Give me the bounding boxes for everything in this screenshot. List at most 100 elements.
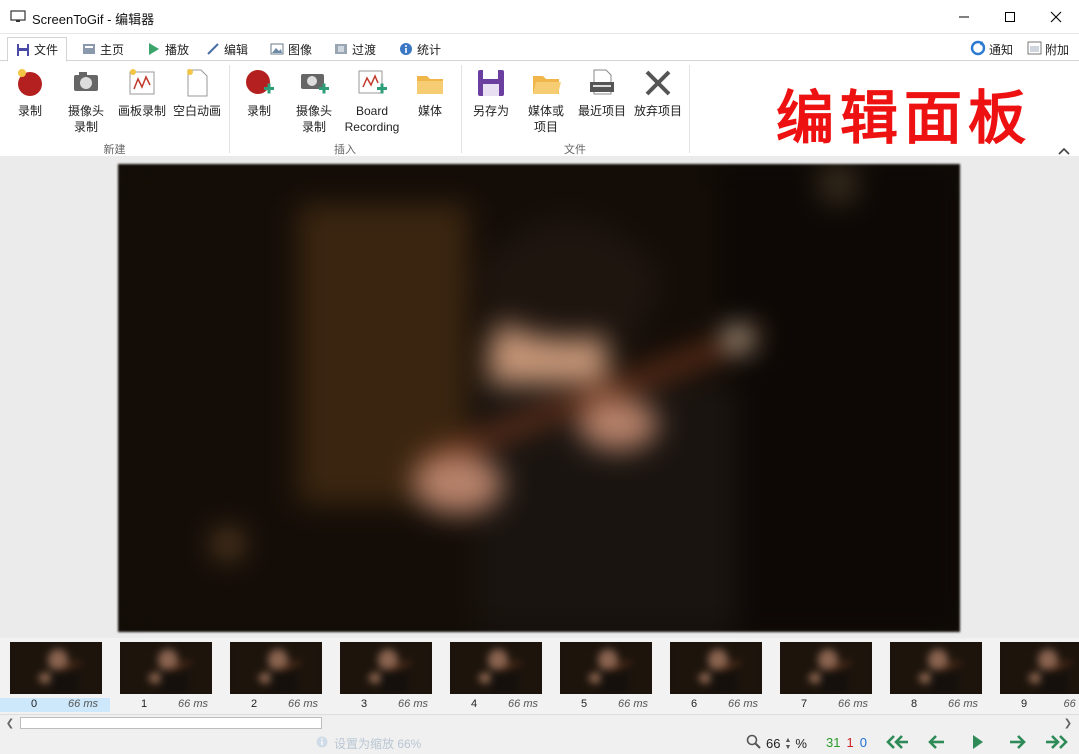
window-title: ScreenToGif - 编辑器 [32,12,155,27]
status-hint: 设置为缩放 66% [316,735,421,752]
zoom-input[interactable]: 66 [766,736,780,751]
first-frame-button[interactable] [884,733,910,751]
tab-transition[interactable]: 过渡 [334,38,376,60]
close-button[interactable] [1033,0,1079,34]
frame-label: 9 66 m [990,698,1079,712]
frame-index: 1 [140,698,148,710]
maximize-icon [1004,11,1016,23]
insert-media-button[interactable]: 媒体 [400,67,460,119]
new-webcam-record-button[interactable]: 摄像头 录制 [56,67,116,135]
frame-duration: 66 ms [178,698,208,710]
arrow-right-icon [1010,735,1026,749]
button-label: 最近项目 [577,104,626,118]
magnifier-icon [746,734,762,753]
button-label: 摄像头 录制 [295,104,332,134]
scroll-right-button[interactable]: ❯ [1060,716,1076,730]
tab-file[interactable]: 文件 [7,37,68,62]
recent-projects-button[interactable]: 最近项目 [572,67,632,119]
insert-record-button[interactable]: 录制 [229,67,289,119]
insert-board-recording-button[interactable]: Board Recording [342,67,402,135]
chevron-right-icon: ❯ [1063,717,1073,729]
button-label: 摄像头 录制 [67,104,104,134]
group-label-file: 文件 [564,144,586,156]
group-label-new: 新建 [103,144,126,156]
frame-list[interactable]: 0 66 ms 1 66 ms 2 66 ms 3 66 ms 4 66 ms 5 66 ms 6 66 … [0,638,1079,714]
scrollbar-thumb[interactable] [20,717,322,729]
status-hint-text: 设置为缩放 66% [334,737,422,751]
group-separator [689,65,690,153]
frame-duration: 66 ms [508,698,538,710]
frame-thumbnail[interactable] [120,642,212,694]
frame-index: 8 [910,698,918,710]
attach-label: 附加 [1045,42,1070,57]
tab-label: 图像 [288,42,313,57]
frame-duration: 66 ms [398,698,428,710]
record-add-icon [243,67,275,99]
title-bar: ScreenToGif - 编辑器 [0,0,1079,34]
minimize-button[interactable] [941,0,987,34]
button-label: 媒体 [417,104,442,118]
status-bar: 设置为缩放 66% 66 ▲ ▼ % 31 1 0 [0,731,1079,754]
save-as-icon [475,67,507,99]
button-label: 画板录制 [117,104,166,118]
frame-label: 1 66 ms [110,698,220,712]
tab-label: 过渡 [352,42,377,57]
new-blank-animation-button[interactable]: 空白动画 [167,67,227,119]
tab-edit[interactable]: 编辑 [206,38,248,60]
frame-duration: 66 ms [948,698,978,710]
ribbon-panel: 录制 摄像头 录制 画板录制 空白动画 新建 录制 摄像头 录制 Board R… [0,60,1079,156]
ribbon-tabs: 文件 主页 播放 编辑 图像 过渡 统计 通知 附加 [0,34,1079,62]
webcam-icon [70,67,102,99]
previous-frame-button[interactable] [924,733,950,751]
tab-label: 主页 [100,42,125,57]
image-icon [270,42,284,56]
collapse-ribbon-button[interactable] [1057,145,1071,155]
play-button[interactable] [964,733,990,751]
play-icon [973,735,983,749]
frame-thumbnail[interactable] [560,642,652,694]
maximize-button[interactable] [987,0,1033,34]
zoom-stepper[interactable]: ▲ ▼ [784,737,791,751]
frame-thumbnail[interactable] [670,642,762,694]
tab-play[interactable]: 播放 [147,38,189,60]
frame-thumbnail[interactable] [890,642,982,694]
frame-label: 6 66 ms [660,698,770,712]
button-label: 录制 [17,104,42,118]
frame-thumbnail[interactable] [780,642,872,694]
folder-icon [414,67,446,99]
insert-webcam-record-button[interactable]: 摄像头 录制 [284,67,344,135]
scroll-left-button[interactable]: ❮ [2,716,18,730]
home-icon [82,42,96,56]
group-label-insert: 插入 [334,144,356,156]
notifications-label: 通知 [989,42,1014,57]
new-record-button[interactable]: 录制 [0,67,60,119]
tab-statistics[interactable]: 统计 [399,38,441,60]
new-board-record-button[interactable]: 画板录制 [112,67,172,119]
next-frame-button[interactable] [1004,733,1030,751]
button-label: 录制 [246,104,271,118]
frame-thumbnail[interactable] [450,642,542,694]
open-media-or-project-button[interactable]: 媒体或 项目 [516,67,576,135]
last-frame-button[interactable] [1044,733,1070,751]
notifications-button[interactable]: 通知 [970,38,1013,60]
button-label: 空白动画 [172,104,221,118]
frame-canvas[interactable] [0,156,1079,638]
discard-project-button[interactable]: 放弃项目 [628,67,688,119]
frame-index: 3 [360,698,368,710]
frame-thumbnail[interactable] [340,642,432,694]
pencil-icon [206,42,220,56]
frame-duration: 66 ms [728,698,758,710]
attach-button[interactable]: 附加 [1027,38,1069,60]
tab-home[interactable]: 主页 [82,38,124,60]
tab-label: 文件 [34,43,59,57]
frame-thumbnail[interactable] [230,642,322,694]
window-image-icon [1027,41,1042,58]
frame-label: 2 66 ms [220,698,330,712]
frame-thumbnail[interactable] [10,642,102,694]
frame-thumbnail[interactable] [1000,642,1079,694]
frame-index: 2 [250,698,258,710]
frame-list-scrollbar[interactable]: ❮ ❯ [0,714,1079,731]
save-as-button[interactable]: 另存为 [461,67,521,119]
frame-index: 4 [470,698,478,710]
tab-image[interactable]: 图像 [270,38,312,60]
